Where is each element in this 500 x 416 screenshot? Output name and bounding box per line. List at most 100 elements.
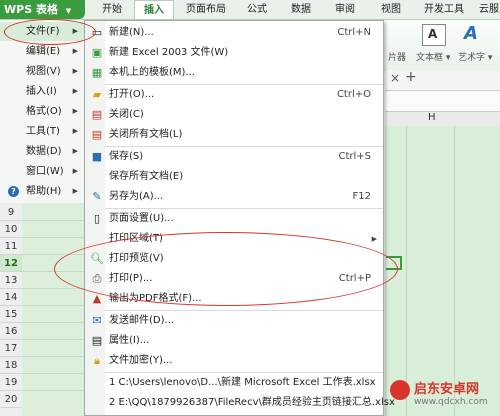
menu-item-shortcut: F12 <box>352 191 371 202</box>
app-menu-data[interactable]: 数据(D) ▶ <box>0 142 84 161</box>
menu-item-label: 属性(I)... <box>109 335 150 346</box>
row-header[interactable]: 19 <box>0 374 22 391</box>
app-menu-label: 视图(V) <box>26 66 61 77</box>
app-menu-label: 帮助(H) <box>26 186 62 197</box>
file-submenu: ▭ 新建(N)... Ctrl+N ▣ 新建 Excel 2003 文件(W) … <box>84 20 395 416</box>
menu-item-label: 打开(O)... <box>109 89 155 100</box>
chevron-right-icon: ▶ <box>72 187 78 195</box>
tab-view[interactable]: 视图 <box>374 0 408 19</box>
highlight-oval-print <box>54 232 398 306</box>
chevron-right-icon: ▶ <box>72 87 78 95</box>
app-menu-format[interactable]: 格式(O) ▶ <box>0 102 84 121</box>
watermark-url: www.qdcxh.com <box>414 397 488 407</box>
slicer-label[interactable]: 片器 <box>388 50 406 63</box>
tab-home[interactable]: 开始 <box>95 0 129 19</box>
row-header-selected[interactable]: 12 <box>0 255 22 272</box>
menu-item-label: 保存(S) <box>109 151 144 162</box>
chevron-right-icon: ▶ <box>72 47 78 55</box>
add-tab-icon[interactable]: + <box>405 69 417 85</box>
app-menu-label: 工具(T) <box>26 126 60 137</box>
formula-bar[interactable] <box>385 91 500 112</box>
menu-item-save-all[interactable]: 保存所有文档(E) <box>85 167 383 187</box>
row-header[interactable]: 11 <box>0 238 22 255</box>
tab-page-layout[interactable]: 页面布局 <box>180 0 232 19</box>
menu-item-label: 新建(N)... <box>109 27 154 38</box>
menu-item-label: 新建 Excel 2003 文件(W) <box>109 47 229 58</box>
properties-icon: ▤ <box>91 334 103 347</box>
menu-item-recent-1[interactable]: 1 C:\Users\lenovo\D...\新建 Microsoft Exce… <box>85 373 383 393</box>
menu-item-close[interactable]: ▤ 关闭(C) <box>85 105 383 125</box>
row-header[interactable]: 18 <box>0 357 22 374</box>
menu-item-shortcut: Ctrl+S <box>338 151 371 162</box>
row-header[interactable]: 9 <box>0 204 22 221</box>
wps-label: WPS 表格 <box>4 3 58 16</box>
tab-formulas[interactable]: 公式 <box>240 0 274 19</box>
menu-item-shortcut: Ctrl+O <box>336 89 371 100</box>
wps-app-menu-button[interactable]: WPS 表格 ▼ <box>0 0 85 19</box>
menu-item-recent-2[interactable]: 2 E:\QQ\1879926387\FileRecv\群成员经验主页链接汇总.… <box>85 393 395 413</box>
menu-item-label: 页面设置(U)... <box>109 213 174 224</box>
menu-item-page-setup[interactable]: ▯ 页面设置(U)... <box>85 209 383 229</box>
help-icon: ? <box>8 186 19 197</box>
menu-item-label: 发送邮件(D)... <box>109 315 175 326</box>
tab-insert[interactable]: 插入 <box>134 0 174 19</box>
menu-item-save-as[interactable]: ✎ 另存为(A)... F12 <box>85 187 383 207</box>
column-header-h[interactable]: H <box>428 112 436 123</box>
tab-review[interactable]: 审阅 <box>328 0 362 19</box>
app-menu-label: 编辑(E) <box>26 46 61 57</box>
wordart-icon[interactable]: A <box>464 23 488 45</box>
tab-developer[interactable]: 开发工具 <box>418 0 470 19</box>
chevron-down-icon: ▼ <box>65 7 72 15</box>
row-header[interactable]: 16 <box>0 323 22 340</box>
menu-item-new-excel2003[interactable]: ▣ 新建 Excel 2003 文件(W) <box>85 43 383 63</box>
chevron-right-icon: ▶ <box>72 147 78 155</box>
wordart-label: 艺术字 <box>458 53 486 63</box>
chevron-right-icon: ▶ <box>72 127 78 135</box>
textbox-button[interactable]: 文本框 ▾ <box>416 50 450 63</box>
menu-item-encrypt[interactable]: 🔒︎ 文件加密(Y)... <box>85 351 383 371</box>
app-menu-insert[interactable]: 插入(I) ▶ <box>0 82 84 101</box>
close-all-icon: ▤ <box>91 128 103 141</box>
wordart-button[interactable]: 艺术字 ▾ <box>458 50 492 63</box>
row-header[interactable]: 10 <box>0 221 22 238</box>
template-icon: ▦ <box>91 66 103 79</box>
chevron-right-icon: ▶ <box>72 67 78 75</box>
row-header[interactable]: 15 <box>0 306 22 323</box>
row-header[interactable]: 14 <box>0 289 22 306</box>
tab-data[interactable]: 数据 <box>284 0 318 19</box>
app-menu-label: 格式(O) <box>26 106 62 117</box>
page-setup-icon: ▯ <box>93 212 101 225</box>
app-menu-tools[interactable]: 工具(T) ▶ <box>0 122 84 141</box>
textbox-label: 文本框 <box>416 53 444 63</box>
tab-cloud[interactable]: 云服 <box>474 0 500 19</box>
menu-item-label: 保存所有文档(E) <box>109 171 184 182</box>
menu-item-save[interactable]: ■ 保存(S) Ctrl+S <box>85 147 383 167</box>
excel-file-icon: ▣ <box>91 46 103 59</box>
textbox-icon[interactable]: A <box>422 24 446 46</box>
menu-item-properties[interactable]: ▤ 属性(I)... <box>85 331 383 351</box>
app-menu-window[interactable]: 窗口(W) ▶ <box>0 162 84 181</box>
menu-item-label: 1 C:\Users\lenovo\D...\新建 Microsoft Exce… <box>109 377 376 388</box>
app-menu-help[interactable]: ? 帮助(H) ▶ <box>0 182 84 201</box>
save-icon: ■ <box>91 150 103 163</box>
menu-item-new[interactable]: ▭ 新建(N)... Ctrl+N <box>85 23 383 43</box>
app-menu-view[interactable]: 视图(V) ▶ <box>0 62 84 81</box>
menu-item-close-all[interactable]: ▤ 关闭所有文档(L) <box>85 125 383 145</box>
grid-line <box>454 126 455 416</box>
menu-item-label: 关闭所有文档(L) <box>109 129 183 140</box>
menu-item-open[interactable]: ▰ 打开(O)... Ctrl+O <box>85 85 383 105</box>
menu-item-send-mail[interactable]: ✉ 发送邮件(D)... <box>85 311 383 331</box>
menu-item-label: 2 E:\QQ\1879926387\FileRecv\群成员经验主页链接汇总.… <box>109 397 395 408</box>
chevron-right-icon: ▶ <box>72 107 78 115</box>
row-header[interactable]: 20 <box>0 391 22 408</box>
highlight-oval-file <box>4 19 96 45</box>
row-header[interactable]: 17 <box>0 340 22 357</box>
close-icon[interactable]: × <box>390 71 400 85</box>
menu-item-label: 本机上的模板(M)... <box>109 67 195 78</box>
sheet-grid-right[interactable] <box>385 126 500 416</box>
lock-icon: 🔒︎ <box>94 354 100 367</box>
close-document-icon: ▤ <box>91 108 103 121</box>
save-as-icon: ✎ <box>92 190 102 203</box>
menu-item-local-templates[interactable]: ▦ 本机上的模板(M)... <box>85 63 383 83</box>
row-header[interactable]: 13 <box>0 272 22 289</box>
